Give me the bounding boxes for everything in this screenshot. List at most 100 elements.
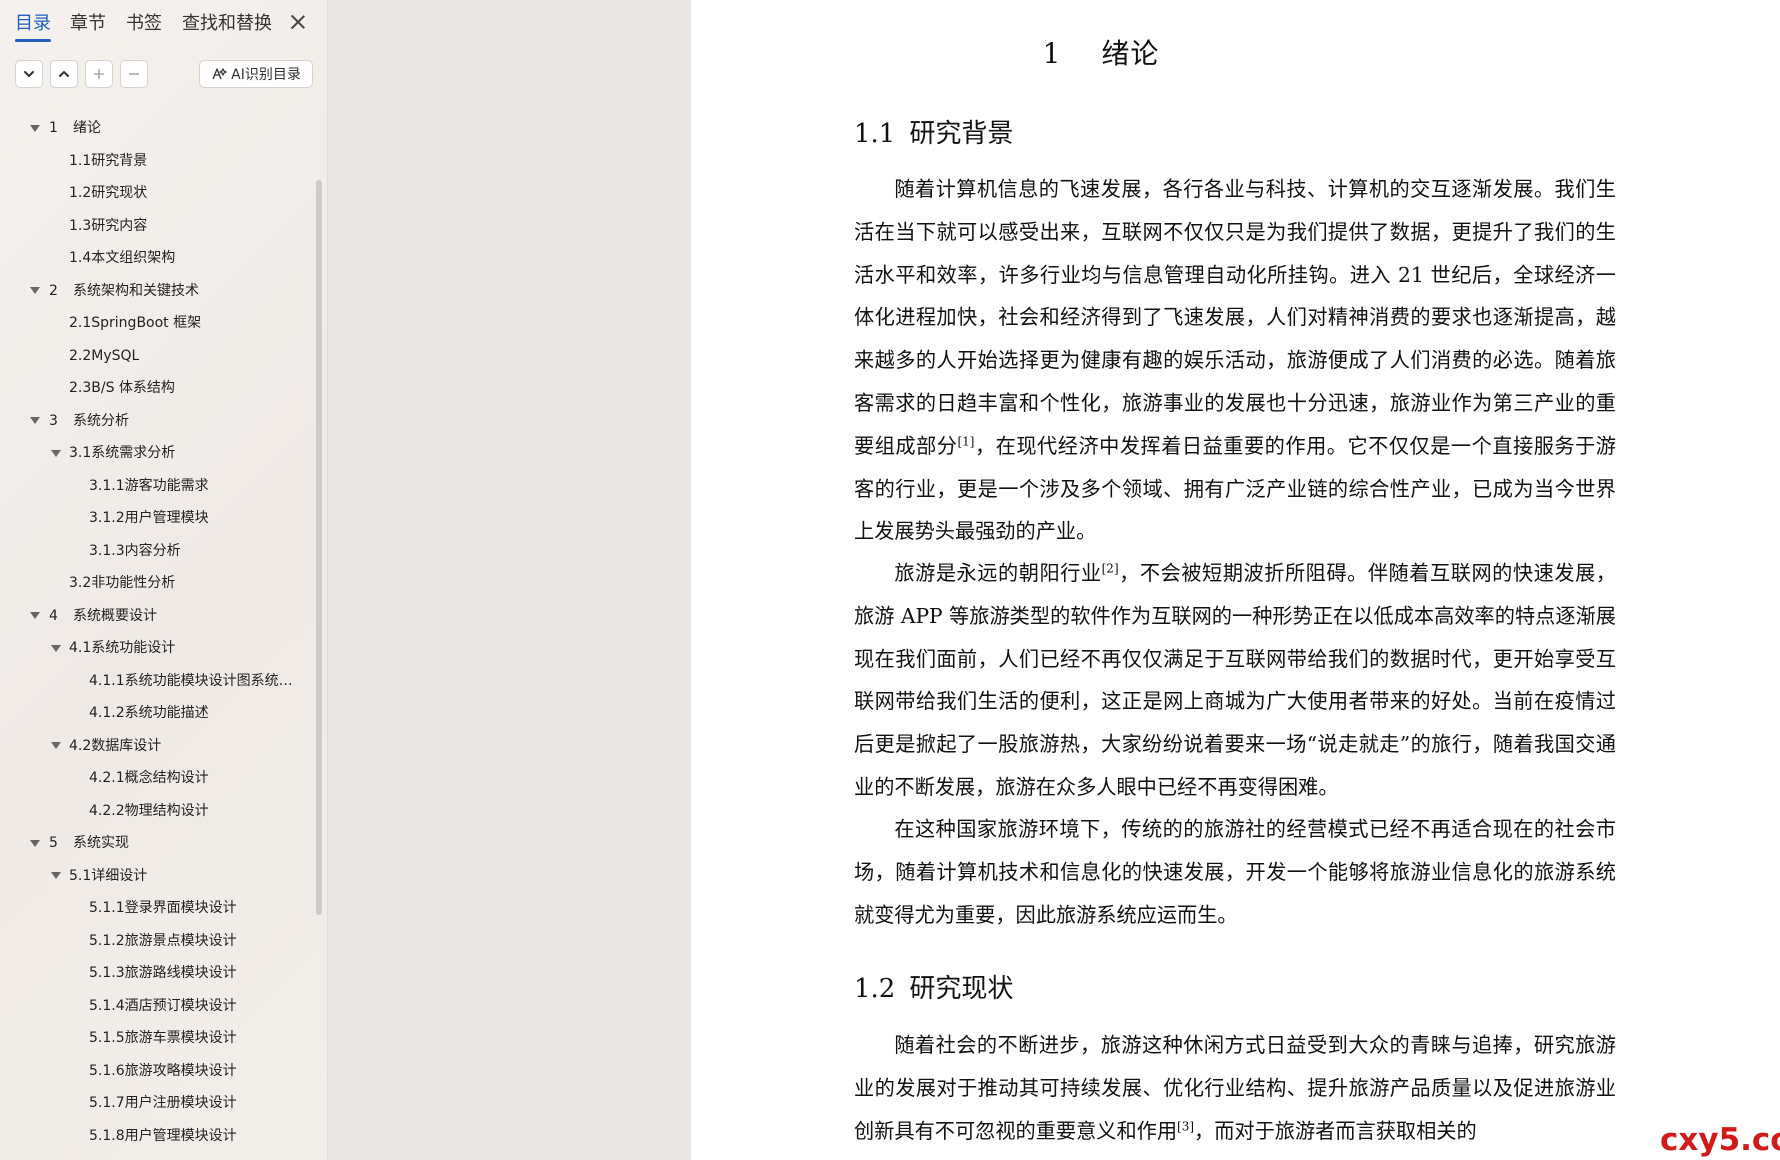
paragraph: 旅游是永远的朝阳行业[2]，不会被短期波折所阻碍。伴随着互联网的快速发展，旅游 …: [854, 552, 1616, 809]
toc-item-label: 5.1.5旅游车票模块设计: [89, 1030, 237, 1046]
paragraph-text: ，不会被短期波折所阻碍。伴随着互联网的快速发展，旅游 APP 等旅游类型的软件作…: [854, 561, 1616, 799]
toc-item[interactable]: 3.1系统需求分析: [0, 437, 310, 470]
watermark: cxy5.com: [1660, 1122, 1780, 1158]
paragraph-text: 在这种国家旅游环境下，传统的的旅游社的经营模式已经不再适合现在的社会市场，随着计…: [854, 817, 1616, 927]
toc-item[interactable]: 5.1详细设计: [0, 860, 310, 893]
ai-sparkle-icon: [212, 68, 227, 80]
expand-arrow-icon[interactable]: [29, 827, 41, 859]
collapse-all-button[interactable]: [50, 60, 78, 88]
toc-item-label: 系统分析: [73, 412, 129, 429]
tab-chapters[interactable]: 章节: [70, 12, 106, 38]
section-heading: 1.1 研究背景: [854, 113, 1013, 150]
plus-icon: [94, 69, 104, 79]
expand-arrow-icon[interactable]: [29, 405, 41, 437]
toc-item-label: 系统实现: [73, 835, 129, 851]
toc-item[interactable]: 2.2MySQL: [0, 340, 310, 373]
toc-item-label: 5.1.3旅游路线模块设计: [89, 965, 237, 981]
toc-item-label: 4.1.2系统功能描述: [89, 705, 209, 721]
toc-chapter-item[interactable]: 5 系统实现: [0, 827, 310, 860]
toc-item[interactable]: 4.1.1系统功能模块设计图系统…: [0, 665, 310, 698]
toc-item[interactable]: 4.1.2系统功能描述: [0, 697, 310, 730]
toc-chapter-item[interactable]: 1 绪论: [0, 112, 310, 145]
toc-item[interactable]: 5.1.6旅游攻略模块设计: [0, 1055, 310, 1088]
close-icon[interactable]: [284, 8, 312, 36]
toc-item-label: 5.1.7用户注册模块设计: [89, 1095, 237, 1111]
section-title-text: 研究背景: [909, 119, 1014, 149]
ai-recognize-toc-button[interactable]: AI识别目录: [199, 60, 313, 88]
toc-item[interactable]: 2.3B/S 体系结构: [0, 372, 310, 405]
remove-heading-button[interactable]: [120, 60, 148, 88]
toc-item[interactable]: 5.1.8用户管理模块设计: [0, 1120, 310, 1153]
expand-arrow-icon[interactable]: [29, 600, 41, 632]
chevron-down-icon: [24, 71, 34, 77]
toc-item-label: 4.2.2物理结构设计: [89, 802, 209, 819]
citation[interactable]: [3]: [1177, 1119, 1194, 1133]
toc-toolbar: AI识别目录: [0, 58, 327, 94]
toc-item-label: 3.1.3内容分析: [89, 542, 181, 559]
toc-item[interactable]: 5.1.2旅游景点模块设计: [0, 925, 310, 958]
section-number: 1.2: [854, 974, 896, 1004]
toc-item[interactable]: 3.1.2用户管理模块: [0, 502, 310, 535]
citation[interactable]: [2]: [1102, 561, 1119, 575]
toc-item-label: 3.1.1游客功能需求: [89, 477, 209, 494]
nav-tabs: 目录 章节 书签 查找和替换: [0, 0, 327, 48]
toc-item-label: 2.1SpringBoot 框架: [69, 315, 202, 331]
toc-item[interactable]: 3.1.3内容分析: [0, 535, 310, 568]
toc-item[interactable]: 5.1.5旅游车票模块设计: [0, 1022, 310, 1055]
expand-arrow-icon[interactable]: [29, 112, 41, 144]
toc-item[interactable]: 3.1.1游客功能需求: [0, 470, 310, 503]
toc-item[interactable]: 4.1系统功能设计: [0, 632, 310, 665]
expand-all-button[interactable]: [15, 60, 43, 88]
toc-item[interactable]: 5.1.4酒店预订模块设计: [0, 990, 310, 1023]
toc-item-label: 2.3B/S 体系结构: [69, 380, 175, 396]
toc-item-label: 1.2研究现状: [69, 185, 148, 201]
toc-chapter-item[interactable]: 2 系统架构和关键技术: [0, 275, 310, 308]
toc-chapter-item[interactable]: 4 系统概要设计: [0, 600, 310, 633]
toc-item[interactable]: 1.2研究现状: [0, 177, 310, 210]
toc-item[interactable]: 4.2数据库设计: [0, 730, 310, 763]
toc-item[interactable]: 5.1.7用户注册模块设计: [0, 1087, 310, 1120]
toc-item-label: 5.1.8用户管理模块设计: [89, 1127, 237, 1144]
chapter-title: 1 绪论: [691, 32, 1511, 72]
toc-item-label: 1.3研究内容: [69, 217, 148, 234]
document-page: 1 绪论 1.1 研究背景 随着计算机信息的飞速发展，各行各业与科技、计算机的交互逐…: [691, 0, 1780, 1160]
tab-bookmarks[interactable]: 书签: [126, 12, 162, 38]
expand-arrow-icon[interactable]: [50, 437, 62, 469]
toc-item-label: 5.1详细设计: [69, 867, 148, 884]
toc-item-label: 3.1.2用户管理模块: [89, 510, 209, 526]
add-heading-button[interactable]: [85, 60, 113, 88]
toc-chapter-item[interactable]: 3 系统分析: [0, 405, 310, 438]
toc-item-label: 系统架构和关键技术: [73, 282, 199, 299]
toc-item[interactable]: 3.2非功能性分析: [0, 567, 310, 600]
toc-scrollbar[interactable]: [316, 180, 322, 915]
section-number: 1.1: [854, 119, 896, 149]
paragraph: 随着计算机信息的飞速发展，各行各业与科技、计算机的交互逐渐发展。我们生活在当下就…: [854, 168, 1616, 553]
toc-item[interactable]: 4.2.2物理结构设计: [0, 795, 310, 828]
toc-item-label: 4.1系统功能设计: [69, 640, 176, 656]
citation[interactable]: [1]: [957, 434, 974, 448]
toc-item[interactable]: 5.1.1登录界面模块设计: [0, 892, 310, 925]
tab-find-replace[interactable]: 查找和替换: [182, 12, 272, 38]
toc-item-number: 1: [49, 120, 58, 136]
toc-item[interactable]: 5.1.3旅游路线模块设计: [0, 957, 310, 990]
toc-item-label: 4.2.1概念结构设计: [89, 770, 209, 786]
expand-arrow-icon[interactable]: [50, 730, 62, 762]
toc-item-label: 1.1研究背景: [69, 152, 148, 169]
chapter-number: 1: [1042, 37, 1062, 70]
toc-item[interactable]: 1.3研究内容: [0, 210, 310, 243]
toc-item[interactable]: 4.2.1概念结构设计: [0, 762, 310, 795]
toc-item-label: 2.2MySQL: [69, 347, 140, 364]
toc-item-number: 2: [49, 282, 58, 299]
chevron-up-icon: [59, 71, 69, 77]
expand-arrow-icon[interactable]: [50, 632, 62, 664]
paragraph-text: ，而对于旅游者而言获取相关的: [1194, 1118, 1477, 1143]
expand-arrow-icon[interactable]: [50, 860, 62, 892]
toc-item-number: 3: [49, 412, 58, 429]
toc-item[interactable]: 1.1研究背景: [0, 145, 310, 178]
toc-item[interactable]: 1.4本文组织架构: [0, 242, 310, 275]
toc-item-label: 5.1.4酒店预订模块设计: [89, 997, 237, 1014]
toc-item[interactable]: 2.1SpringBoot 框架: [0, 307, 310, 340]
toc-item-number: 4: [49, 607, 58, 624]
expand-arrow-icon[interactable]: [29, 275, 41, 307]
tab-toc[interactable]: 目录: [15, 12, 51, 42]
